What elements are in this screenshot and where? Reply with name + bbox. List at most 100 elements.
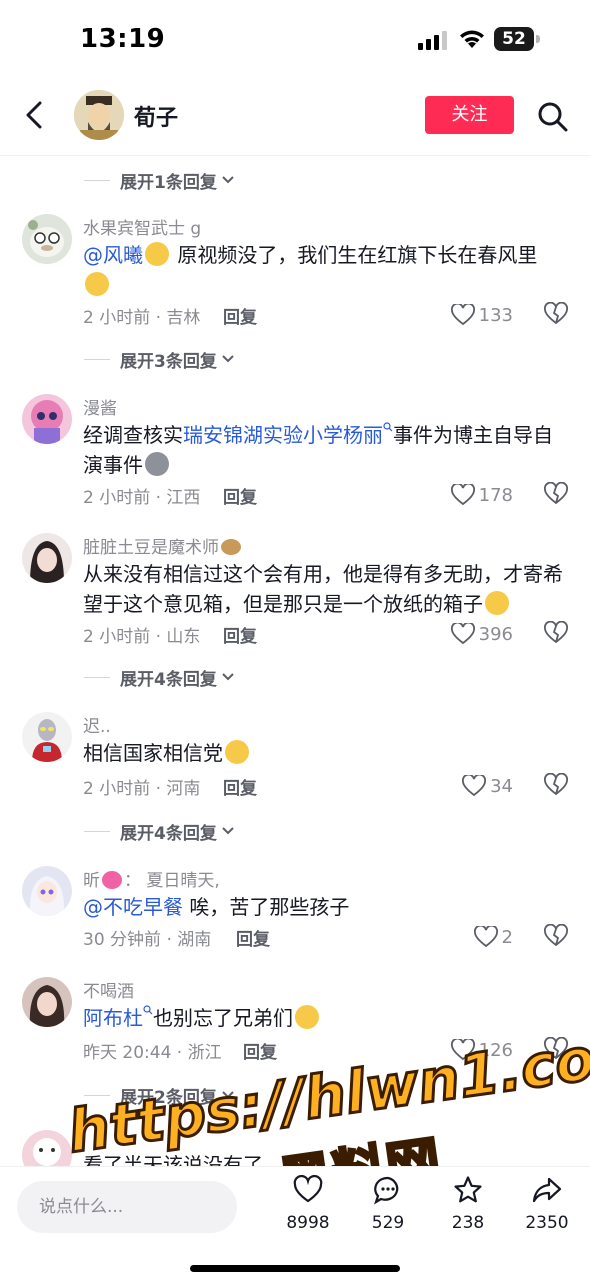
avatar[interactable] bbox=[22, 214, 72, 264]
share-action-button[interactable]: 2350 bbox=[512, 1175, 582, 1233]
comment-body: 相信国家相信党 bbox=[83, 741, 223, 765]
comment-item: 昕： 夏日晴天, @不吃早餐 唉，苦了那些孩子 30 分钟前 · 湖南 回复 2 bbox=[0, 866, 590, 966]
like-button[interactable]: 133 bbox=[450, 302, 513, 328]
mention-link[interactable]: @风曦 bbox=[83, 243, 143, 267]
expand-replies-label: 展开1条回复 bbox=[120, 172, 217, 193]
comment-item: 漫酱 经调查核实瑞安锦湖实验小学杨丽 事件为博主自导自演事件 2 小时前 · 江西… bbox=[0, 394, 590, 514]
ok-hand-emoji-icon bbox=[225, 740, 249, 764]
comment-text: 相信国家相信党 bbox=[83, 738, 563, 768]
heart-icon bbox=[450, 304, 475, 326]
comment-meta: 30 分钟前 · 湖南 bbox=[83, 930, 212, 950]
comment-item: 迟.. 相信国家相信党 2 小时前 · 河南 回复 34 bbox=[0, 712, 590, 812]
signal-icon bbox=[418, 31, 447, 50]
like-button[interactable]: 34 bbox=[462, 773, 513, 799]
dislike-heart-icon[interactable] bbox=[544, 924, 568, 948]
comment-username[interactable]: 脏脏土豆是魔术师 bbox=[83, 533, 243, 558]
reply-button[interactable]: 回复 bbox=[223, 774, 257, 799]
reply-button[interactable]: 回复 bbox=[236, 925, 270, 950]
avatar[interactable] bbox=[22, 394, 72, 444]
pleading-emoji-icon bbox=[485, 591, 509, 615]
comment-username[interactable]: 迟.. bbox=[83, 712, 111, 737]
avatar[interactable] bbox=[22, 977, 72, 1027]
favorite-count-total: 238 bbox=[451, 1213, 485, 1233]
comment-text: 从来没有相信过这个会有用，他是得有多无助，才寄希望于这个意见箱，但是那只是一个放… bbox=[83, 559, 563, 619]
heart-icon bbox=[293, 1175, 323, 1203]
dislike-heart-icon[interactable] bbox=[544, 302, 568, 326]
comment-body: 也别忘了兄弟们 bbox=[153, 1006, 293, 1030]
husky-emoji-icon bbox=[145, 452, 169, 476]
back-arrow-icon[interactable] bbox=[20, 98, 50, 132]
reply-button[interactable]: 回复 bbox=[223, 622, 257, 647]
heart-icon bbox=[450, 484, 475, 506]
dislike-heart-icon[interactable] bbox=[544, 482, 568, 506]
like-count: 34 bbox=[490, 775, 513, 797]
avatar[interactable] bbox=[22, 866, 72, 916]
status-bar: 13:19 52 bbox=[0, 0, 590, 80]
expand-replies-label: 展开4条回复 bbox=[120, 823, 217, 844]
like-count: 2 bbox=[501, 926, 513, 948]
heart-icon bbox=[473, 926, 498, 948]
header: 荀子 关注 bbox=[0, 80, 590, 156]
comment-item: 脏脏土豆是魔术师 从来没有相信过这个会有用，他是得有多无助，才寄希望于这个意见箱… bbox=[0, 533, 590, 653]
like-button[interactable]: 178 bbox=[450, 482, 513, 508]
star-icon bbox=[454, 1176, 482, 1203]
comment-username[interactable]: 昕： 夏日晴天, bbox=[83, 866, 220, 891]
comment-username[interactable]: 不喝酒 bbox=[83, 977, 134, 1002]
share-count-total: 2350 bbox=[525, 1213, 569, 1233]
battery-level: 52 bbox=[502, 29, 526, 49]
header-avatar[interactable] bbox=[74, 90, 124, 140]
like-count: 178 bbox=[478, 484, 513, 506]
expand-replies-label: 展开3条回复 bbox=[120, 351, 217, 372]
comment-meta: 2 小时前 · 江西 bbox=[83, 488, 201, 508]
dislike-heart-icon[interactable] bbox=[544, 773, 568, 797]
comment-input[interactable]: 说点什么... bbox=[17, 1181, 237, 1233]
comment-username[interactable]: 漫酱 bbox=[83, 394, 117, 419]
cat-emoji-icon bbox=[145, 242, 169, 266]
like-button[interactable]: 2 bbox=[473, 924, 513, 950]
avatar[interactable] bbox=[22, 533, 72, 583]
like-count: 133 bbox=[478, 304, 513, 326]
favorite-action-button[interactable]: 238 bbox=[433, 1175, 503, 1233]
comment-meta: 2 小时前 · 河南 bbox=[83, 779, 201, 799]
avatar[interactable] bbox=[22, 712, 72, 762]
avatar[interactable] bbox=[22, 1130, 72, 1166]
share-arrow-icon bbox=[532, 1177, 562, 1203]
comment-text: 经调查核实瑞安锦湖实验小学杨丽 事件为博主自导自演事件 bbox=[83, 420, 563, 480]
comment-bubble-icon bbox=[374, 1176, 399, 1205]
like-action-button[interactable]: 8998 bbox=[273, 1175, 343, 1233]
chevron-down-icon bbox=[222, 827, 234, 835]
expand-replies-label: 展开4条回复 bbox=[120, 669, 217, 690]
search-mini-icon bbox=[143, 1005, 153, 1015]
search-link[interactable]: 阿布杜 bbox=[83, 1006, 143, 1030]
dislike-heart-icon[interactable] bbox=[544, 621, 568, 645]
comment-text: @风曦 原视频没了，我们生在红旗下长在春风里 bbox=[83, 240, 563, 300]
reply-button[interactable]: 回复 bbox=[223, 303, 257, 328]
comment-body: 原视频没了，我们生在红旗下长在春风里 bbox=[171, 243, 538, 267]
expand-replies[interactable]: 展开1条回复 bbox=[84, 165, 235, 195]
page-title: 荀子 bbox=[134, 106, 179, 131]
reply-button[interactable]: 回复 bbox=[223, 483, 257, 508]
comment-count-total: 529 bbox=[371, 1213, 405, 1233]
expand-replies[interactable]: 展开4条回复 bbox=[84, 662, 235, 692]
like-button[interactable]: 396 bbox=[450, 621, 513, 647]
comment-prefix: 经调查核实 bbox=[83, 423, 183, 447]
home-indicator bbox=[190, 1265, 400, 1272]
follow-button[interactable]: 关注 bbox=[425, 96, 514, 134]
search-link[interactable]: 瑞安锦湖实验小学杨丽 bbox=[183, 423, 383, 447]
comment-meta: 昨天 20:44 · 浙江 bbox=[83, 1043, 222, 1063]
comment-meta: 2 小时前 · 吉林 bbox=[83, 308, 201, 328]
like-count: 396 bbox=[478, 623, 513, 645]
comment-username[interactable]: 水果宾智武士 g bbox=[83, 214, 201, 239]
heart-icon bbox=[450, 623, 475, 645]
status-time: 13:19 bbox=[80, 24, 166, 54]
chevron-down-icon bbox=[222, 355, 234, 363]
love-hand-emoji-icon bbox=[295, 1005, 319, 1029]
mention-link[interactable]: @不吃早餐 bbox=[83, 895, 183, 919]
expand-replies[interactable]: 展开3条回复 bbox=[84, 344, 235, 374]
comment-text: 阿布杜 也别忘了兄弟们 bbox=[83, 1003, 563, 1033]
heart-icon bbox=[462, 775, 487, 797]
reply-button[interactable]: 回复 bbox=[243, 1038, 277, 1063]
comment-action-button[interactable]: 529 bbox=[353, 1175, 423, 1233]
search-icon[interactable] bbox=[536, 100, 570, 134]
expand-replies[interactable]: 展开4条回复 bbox=[84, 816, 235, 846]
